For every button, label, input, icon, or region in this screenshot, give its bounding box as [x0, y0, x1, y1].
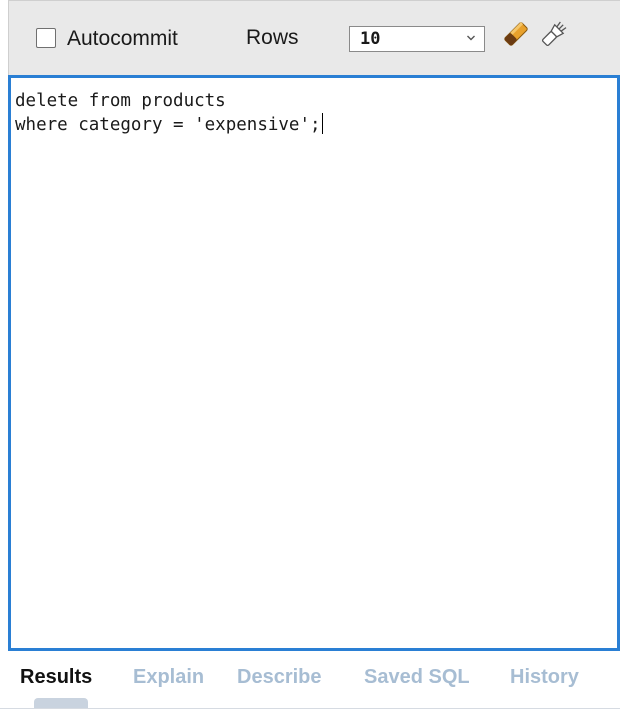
tab-describe[interactable]: Describe — [237, 664, 322, 690]
tab-results[interactable]: Results — [20, 664, 92, 690]
rows-select-value: 10 — [360, 29, 381, 49]
tab-saved-sql[interactable]: Saved SQL — [364, 664, 470, 690]
tab-history[interactable]: History — [510, 664, 579, 690]
rows-select[interactable]: 10 — [349, 26, 485, 52]
rows-label: Rows — [246, 26, 299, 49]
editor-line-1-text: delete from products — [15, 91, 226, 111]
editor-line-2[interactable]: where category = 'expensive'; — [15, 113, 324, 137]
autocommit-checkbox[interactable] — [36, 28, 56, 48]
text-caret — [321, 113, 324, 134]
editor-line-1[interactable]: delete from products — [15, 89, 226, 113]
brush-icon[interactable] — [537, 17, 571, 51]
chevron-down-icon — [467, 35, 475, 41]
editor-line-2-text: where category = 'expensive'; — [15, 115, 321, 135]
eraser-icon[interactable] — [499, 17, 533, 51]
autocommit-label[interactable]: Autocommit — [67, 25, 178, 53]
sql-toolbar: Autocommit Rows 10 — [8, 0, 620, 75]
tab-explain[interactable]: Explain — [133, 664, 204, 690]
sql-workshop-panel: Autocommit Rows 10 delete from products … — [0, 0, 620, 709]
result-tabs: Results Explain Describe Saved SQL Histo… — [0, 652, 620, 709]
sql-editor[interactable]: delete from products where category = 'e… — [8, 75, 620, 651]
